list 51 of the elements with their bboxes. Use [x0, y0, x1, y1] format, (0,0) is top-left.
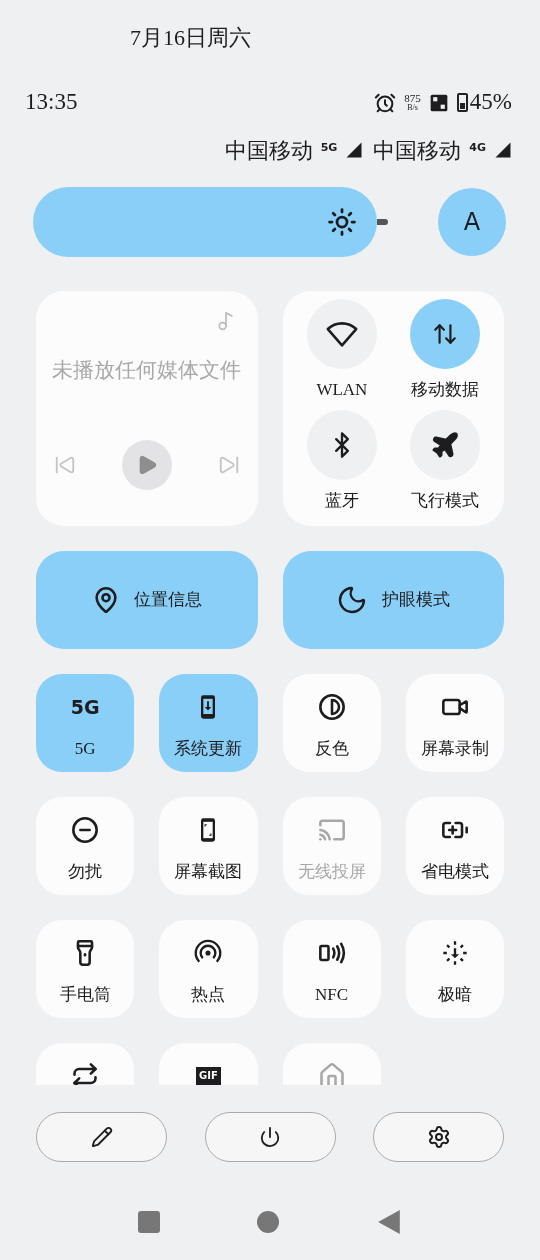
toggle-label: WLAN	[316, 379, 368, 401]
speed-value: 875	[404, 93, 421, 104]
dim-icon	[440, 939, 469, 967]
battery-percent: 45%	[469, 88, 512, 117]
no-media-text: 未播放任何媒体文件	[52, 357, 242, 384]
quick-tile[interactable]: 5G 5G	[36, 674, 135, 772]
quick-tile[interactable]: 热点	[159, 920, 258, 1018]
home-button[interactable]	[257, 1211, 279, 1233]
date-text: 7月16日周六	[130, 24, 251, 52]
network-type: 5G	[320, 139, 338, 156]
signal-icon	[494, 141, 512, 159]
toggle-label: 移动数据	[410, 379, 479, 401]
quick-tile[interactable]: GIF	[159, 1043, 258, 1085]
quick-tile[interactable]: 极暗	[405, 920, 504, 1018]
quick-tile[interactable]: NFC	[282, 920, 381, 1018]
large-tile[interactable]: 位置信息	[36, 551, 258, 649]
edit-button[interactable]	[36, 1112, 167, 1162]
speed-unit: B/s	[407, 104, 418, 112]
quick-tile[interactable]: 屏幕录制	[405, 674, 504, 772]
power-button[interactable]	[204, 1112, 336, 1162]
auto-brightness-button[interactable]: A	[438, 188, 506, 256]
toggle-label: 蓝牙	[324, 489, 359, 512]
clock-text: 13:35	[25, 88, 78, 117]
network-glyph: 5G	[70, 697, 100, 717]
network-type: 4G	[469, 139, 486, 156]
pencil-icon	[90, 1126, 113, 1148]
recents-button[interactable]	[138, 1211, 161, 1233]
power-icon	[259, 1126, 281, 1148]
quick-tile[interactable]: 省电模式	[405, 797, 504, 895]
settings-button[interactable]	[373, 1112, 504, 1162]
slider-track	[377, 219, 388, 225]
carrier-name: 中国移动	[373, 136, 462, 165]
quick-tile[interactable]: 系统更新	[159, 674, 258, 772]
quick-tile[interactable]: 勿扰	[36, 797, 135, 895]
carrier-name: 中国移动	[224, 136, 313, 165]
cast-icon	[317, 816, 346, 844]
signal-icon	[345, 141, 364, 159]
toggle-label: 飞行模式	[410, 489, 479, 512]
quick-tile[interactable]: 反色	[282, 674, 381, 772]
data-arrows-icon	[431, 321, 458, 347]
gif-glyph: GIF	[196, 1067, 221, 1085]
large-tile[interactable]: 护眼模式	[282, 551, 504, 649]
quick-tile[interactable]: 手电筒	[36, 920, 135, 1018]
home-icon	[317, 1062, 346, 1085]
quick-tile[interactable]: 屏幕截图	[159, 797, 258, 895]
settings-icon	[426, 1125, 451, 1149]
minus-circle-icon	[71, 816, 100, 844]
battery-icon	[456, 93, 468, 112]
alarm-icon	[374, 91, 397, 114]
rotate-icon	[71, 1062, 100, 1085]
brightness-icon	[327, 207, 358, 237]
